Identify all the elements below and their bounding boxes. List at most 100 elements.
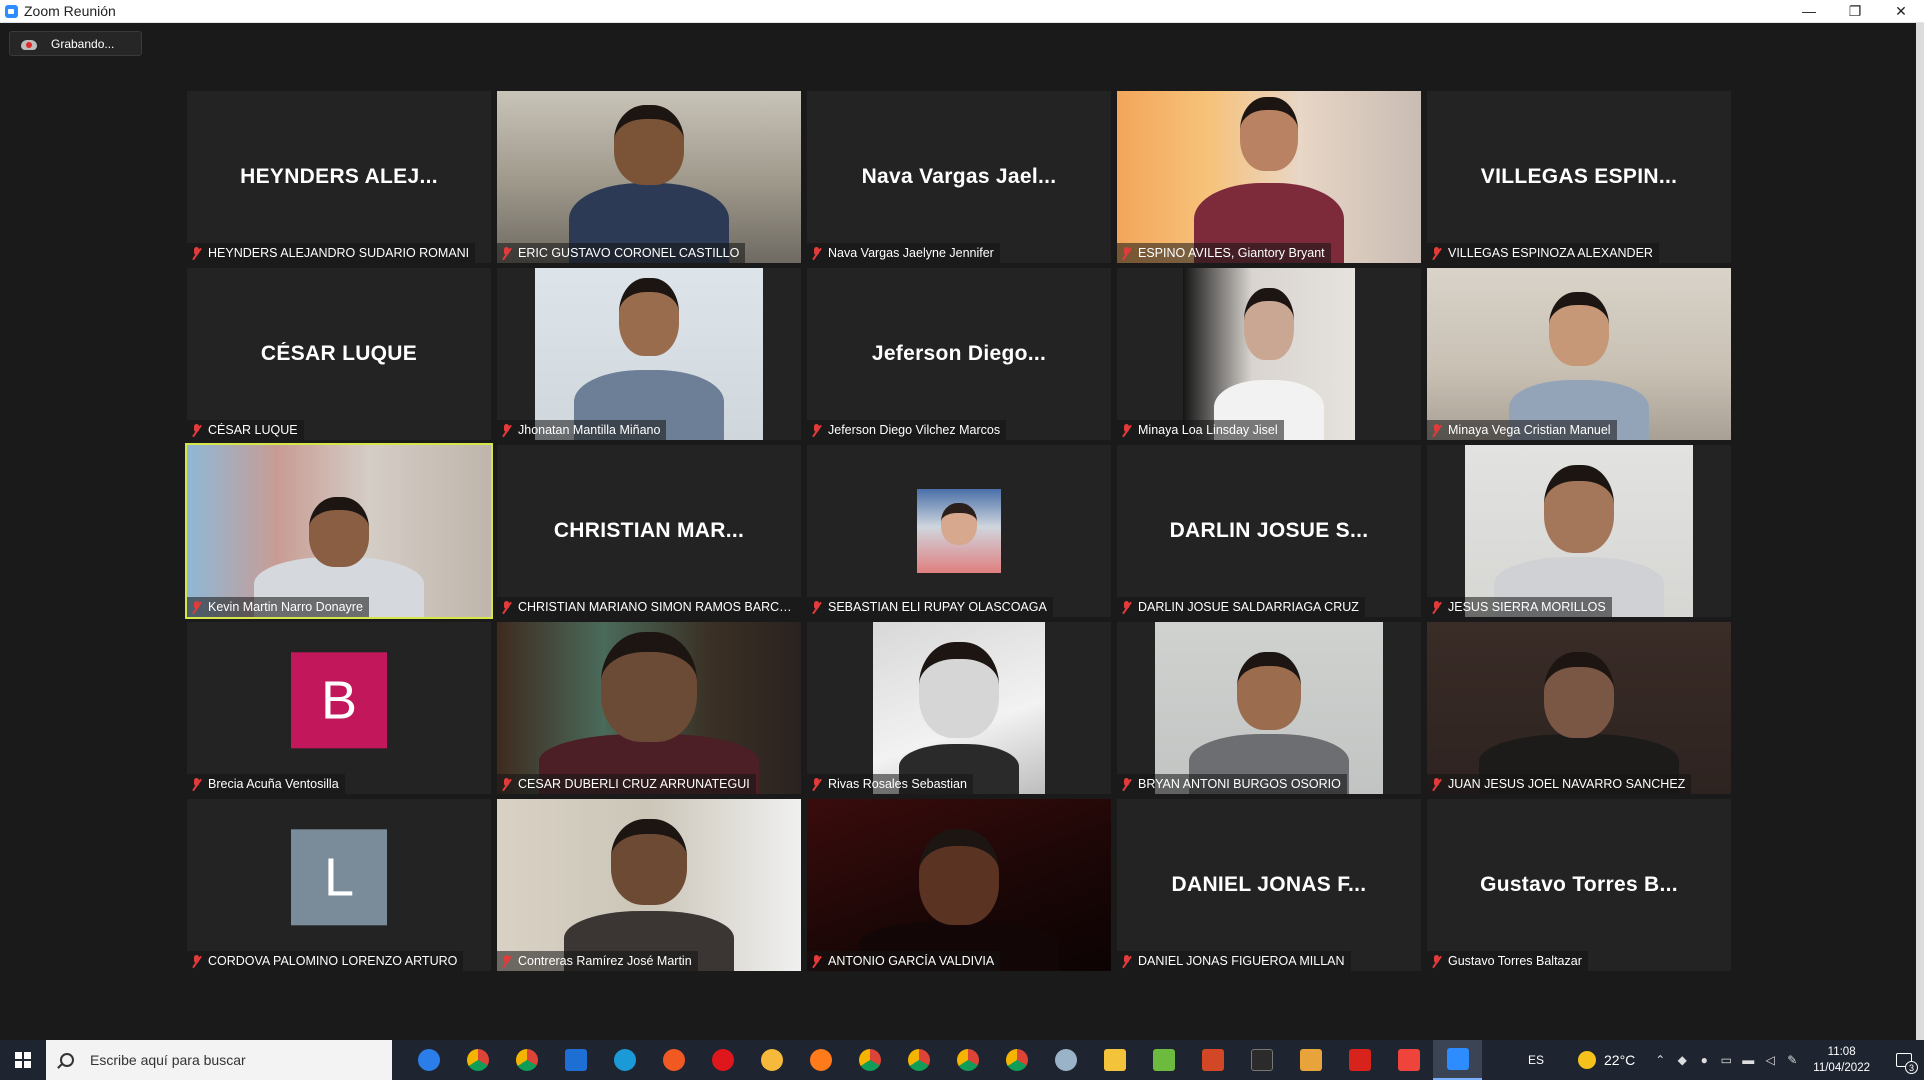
participant-tile[interactable]: CHRISTIAN MAR... CHRISTIAN MARIANO SIMON …: [497, 445, 801, 617]
weather-temperature[interactable]: 22°C: [1604, 1052, 1635, 1068]
participant-display-name: DANIEL JONAS F...: [1171, 873, 1367, 896]
taskbar-app-sublime[interactable]: [1286, 1040, 1335, 1080]
participant-name: CESAR DUBERLI CRUZ ARRUNATEGUI: [518, 777, 750, 791]
participant-tile[interactable]: SEBASTIAN ELI RUPAY OLASCOAGA: [807, 445, 1111, 617]
taskbar-app-cortana[interactable]: [404, 1040, 453, 1080]
minimize-button[interactable]: —: [1786, 0, 1832, 23]
participant-video: [873, 622, 1045, 794]
taskbar-app-file-explorer[interactable]: [1090, 1040, 1139, 1080]
restore-button[interactable]: ❐: [1832, 0, 1878, 23]
participant-display-name: Nava Vargas Jael...: [861, 165, 1057, 188]
zoom-app-icon: [5, 4, 18, 18]
pen-icon[interactable]: ✎: [1781, 1040, 1803, 1080]
muted-microphone-icon: [501, 600, 513, 614]
weather-sun-icon[interactable]: [1578, 1051, 1597, 1069]
participant-tile[interactable]: CÉSAR LUQUE CÉSAR LUQUE: [187, 268, 491, 440]
taskbar-app-opera[interactable]: [698, 1040, 747, 1080]
sublime-icon: [1299, 1049, 1322, 1071]
participant-video: [1117, 91, 1421, 263]
participant-name: JUAN JESUS JOEL NAVARRO SANCHEZ: [1448, 777, 1686, 791]
taskbar-app-vpn[interactable]: [747, 1040, 796, 1080]
participant-tile[interactable]: B Brecia Acuña Ventosilla: [187, 622, 491, 794]
start-button[interactable]: [0, 1040, 46, 1080]
participant-name-bar: Jhonatan Mantilla Miñano: [497, 420, 667, 440]
defender-icon[interactable]: ◆: [1671, 1040, 1693, 1080]
participant-tile[interactable]: Nava Vargas Jael... Nava Vargas Jaelyne J…: [807, 91, 1111, 263]
participant-name: DANIEL JONAS FIGUEROA MILLAN: [1138, 954, 1345, 968]
muted-microphone-icon: [811, 423, 823, 437]
taskbar-app-chrome[interactable]: [894, 1040, 943, 1080]
participant-tile[interactable]: DANIEL JONAS F... DANIEL JONAS FIGUEROA M…: [1117, 799, 1421, 971]
taskbar-app-brave[interactable]: [649, 1040, 698, 1080]
taskbar-app-anydesk[interactable]: [1384, 1040, 1433, 1080]
muted-microphone-icon: [811, 600, 823, 614]
participant-tile[interactable]: Gustavo Torres B... Gustavo Torres Baltaz…: [1427, 799, 1731, 971]
show-hidden-icons-chevron-icon[interactable]: ⌃: [1649, 1040, 1671, 1080]
participant-name: CÉSAR LUQUE: [208, 423, 298, 437]
participant-display-name: CÉSAR LUQUE: [260, 342, 418, 365]
battery-icon[interactable]: ▬: [1737, 1040, 1759, 1080]
participant-tile[interactable]: JUAN JESUS JOEL NAVARRO SANCHEZ: [1427, 622, 1731, 794]
participant-tile[interactable]: ANTONIO GARCÍA VALDIVIA: [807, 799, 1111, 971]
language-indicator[interactable]: ES: [1528, 1053, 1544, 1067]
taskbar-app-notepad[interactable]: [1139, 1040, 1188, 1080]
close-button[interactable]: ✕: [1878, 0, 1924, 23]
taskbar-app-paint[interactable]: [1041, 1040, 1090, 1080]
taskbar-app-acrobat[interactable]: [1335, 1040, 1384, 1080]
participant-tile[interactable]: ERIC GUSTAVO CORONEL CASTILLO: [497, 91, 801, 263]
participant-name: JESUS SIERRA MORILLOS: [1448, 600, 1606, 614]
participant-name-bar: SEBASTIAN ELI RUPAY OLASCOAGA: [807, 597, 1053, 617]
muted-microphone-icon: [1121, 246, 1133, 260]
participant-video: [1427, 622, 1731, 794]
muted-microphone-icon: [1121, 423, 1133, 437]
taskbar-app-chrome[interactable]: [502, 1040, 551, 1080]
taskbar-app-chrome[interactable]: [992, 1040, 1041, 1080]
participant-tile[interactable]: Jeferson Diego... Jeferson Diego Vilchez …: [807, 268, 1111, 440]
taskbar-app-zoom[interactable]: [1433, 1040, 1482, 1080]
network-icon[interactable]: ▭: [1715, 1040, 1737, 1080]
participant-name: Minaya Loa Linsday Jisel: [1138, 423, 1278, 437]
participant-tile[interactable]: HEYNDERS ALEJ... HEYNDERS ALEJANDRO SUDAR…: [187, 91, 491, 263]
participant-video: [497, 799, 801, 971]
clock-date: 11/04/2022: [1813, 1062, 1870, 1074]
taskbar-app-chrome[interactable]: [453, 1040, 502, 1080]
participant-tile[interactable]: Kevin Martin Narro Donayre: [185, 443, 493, 619]
volume-icon[interactable]: ◁: [1759, 1040, 1781, 1080]
muted-microphone-icon: [191, 954, 203, 968]
participant-tile[interactable]: DARLIN JOSUE S... DARLIN JOSUE SALDARRIAG…: [1117, 445, 1421, 617]
participant-video: [1183, 268, 1355, 440]
participant-tile[interactable]: VILLEGAS ESPIN... VILLEGAS ESPINOZA ALEXA…: [1427, 91, 1731, 263]
participant-tile[interactable]: ESPINO AVILES, Giantory Bryant: [1117, 91, 1421, 263]
participant-tile[interactable]: CESAR DUBERLI CRUZ ARRUNATEGUI: [497, 622, 801, 794]
participant-tile[interactable]: Minaya Loa Linsday Jisel: [1117, 268, 1421, 440]
participant-name: CORDOVA PALOMINO LORENZO ARTURO: [208, 954, 458, 968]
participant-video: [1155, 622, 1383, 794]
chrome-icon: [956, 1049, 979, 1071]
taskbar-search-box[interactable]: Escribe aquí para buscar: [46, 1040, 392, 1080]
taskbar-app-chrome[interactable]: [943, 1040, 992, 1080]
muted-microphone-icon: [1431, 777, 1443, 791]
taskbar-app-chrome[interactable]: [845, 1040, 894, 1080]
windows-logo-icon: [15, 1052, 31, 1068]
chrome-icon: [907, 1049, 930, 1071]
notification-center-button[interactable]: 3: [1884, 1040, 1924, 1080]
taskbar-clock[interactable]: 11:08 11/04/2022: [1813, 1044, 1870, 1076]
participant-tile[interactable]: BRYAN ANTONI BURGOS OSORIO: [1117, 622, 1421, 794]
participant-tile[interactable]: Rivas Rosales Sebastian: [807, 622, 1111, 794]
participant-name-bar: DARLIN JOSUE SALDARRIAGA CRUZ: [1117, 597, 1365, 617]
participant-tile[interactable]: Jhonatan Mantilla Miñano: [497, 268, 801, 440]
microphone-icon[interactable]: ●: [1693, 1040, 1715, 1080]
participant-tile[interactable]: L CORDOVA PALOMINO LORENZO ARTURO: [187, 799, 491, 971]
participant-tile[interactable]: Minaya Vega Cristian Manuel: [1427, 268, 1731, 440]
participant-tile[interactable]: Contreras Ramírez José Martin: [497, 799, 801, 971]
cloud-recording-icon: [21, 38, 37, 50]
taskbar-app-terminal[interactable]: [1237, 1040, 1286, 1080]
taskbar-app-mail[interactable]: [551, 1040, 600, 1080]
recording-indicator[interactable]: Grabando...: [9, 31, 142, 56]
participant-video: [1465, 445, 1693, 617]
taskbar-app-powerpoint[interactable]: [1188, 1040, 1237, 1080]
participant-tile[interactable]: JESUS SIERRA MORILLOS: [1427, 445, 1731, 617]
taskbar-app-firefox[interactable]: [796, 1040, 845, 1080]
taskbar-app-edge[interactable]: [600, 1040, 649, 1080]
file-explorer-icon: [1103, 1049, 1126, 1071]
